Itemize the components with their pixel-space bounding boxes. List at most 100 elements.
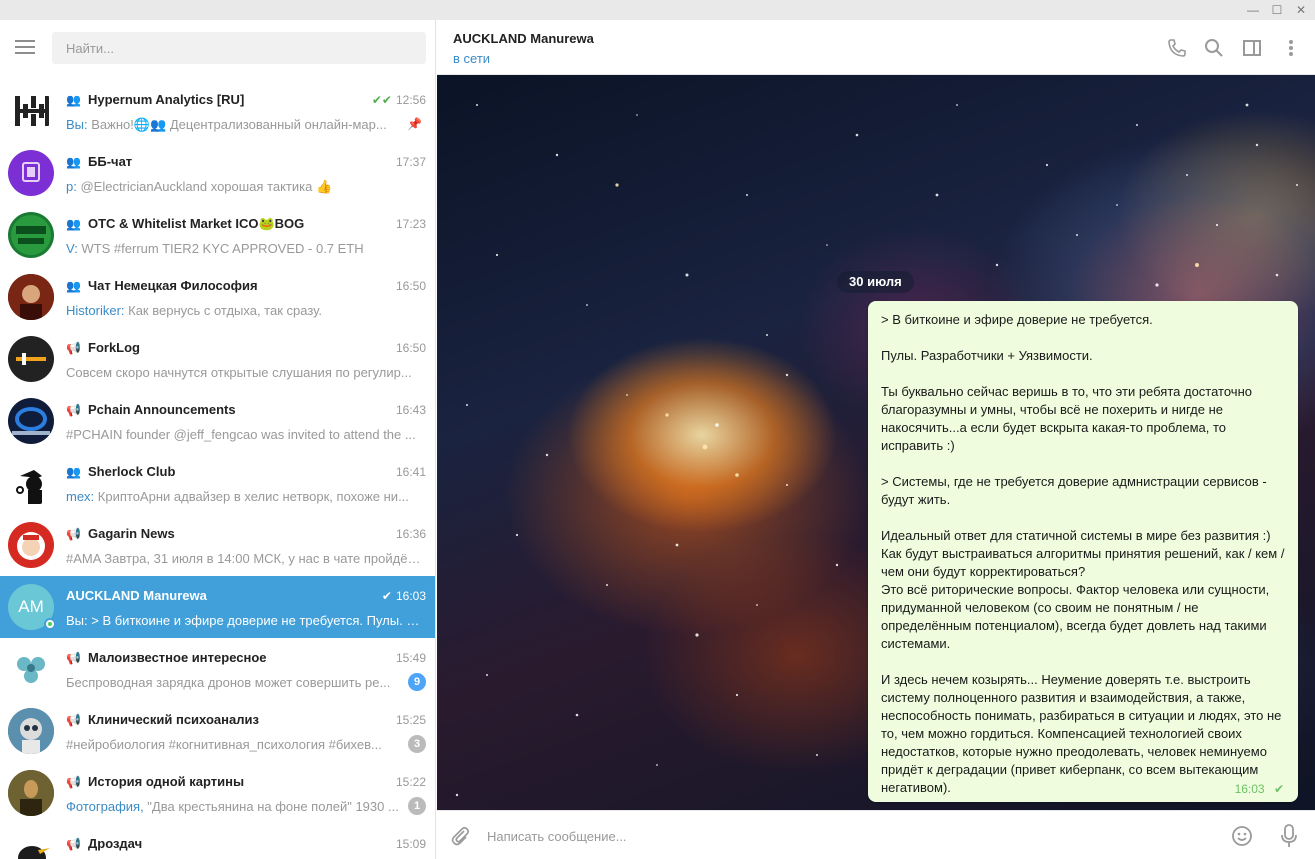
chat-time: 15:25: [395, 713, 426, 727]
chat-avatar: [8, 150, 54, 196]
conversation-panel: AUCKLAND Manurewa в сети 30 июля > В бит…: [437, 20, 1315, 859]
sidebar-toggle-icon[interactable]: [1241, 37, 1263, 59]
group-icon: 👥: [66, 465, 81, 479]
peer-name[interactable]: AUCKLAND Manurewa: [453, 31, 594, 46]
chat-avatar: [8, 770, 54, 816]
unread-badge: 3: [408, 735, 426, 753]
pin-icon: 📌: [407, 117, 422, 131]
chat-time: 16:36: [395, 527, 426, 541]
phone-icon[interactable]: [1166, 37, 1188, 59]
message-text: > В биткоине и эфире доверие не требуетс…: [881, 312, 1285, 795]
chat-title: Sherlock Club: [88, 464, 176, 479]
chat-item[interactable]: 👥 OTC & Whitelist Market ICO🐸BOG 17:23 V:…: [0, 204, 435, 266]
chat-background: 30 июля > В биткоине и эфире доверие не …: [437, 75, 1315, 810]
chat-time: 16:41: [395, 465, 426, 479]
chat-time: 15:09: [395, 837, 426, 851]
chat-preview: Как вернусь с отдыха, так сразу.: [124, 303, 322, 318]
chat-item[interactable]: 👥 Hypernum Analytics [RU] ✔✔ 12:56 Вы: Важ…: [0, 80, 435, 142]
chat-title: Чат Немецкая Философия: [88, 278, 258, 293]
date-separator: 30 июля: [837, 271, 914, 293]
minimize-button[interactable]: —: [1243, 2, 1263, 18]
search-icon[interactable]: [1203, 37, 1225, 59]
chat-list: 👥 Hypernum Analytics [RU] ✔✔ 12:56 Вы: Важ…: [0, 80, 435, 859]
chat-preview: #AMA Завтра, 31 июля в 14:00 МСК, у нас …: [66, 551, 422, 566]
message-input[interactable]: [487, 823, 1227, 849]
chat-avatar: [8, 212, 54, 258]
chat-title: Pchain Announcements: [88, 402, 236, 417]
dialogs-panel: 👥 Hypernum Analytics [RU] ✔✔12:56 Вы: Важ…: [0, 20, 436, 859]
paperclip-icon[interactable]: [448, 824, 472, 848]
window-titlebar: — ☐ ✕: [0, 0, 1315, 20]
chat-time: 12:56: [395, 93, 426, 107]
search-input[interactable]: [52, 32, 426, 64]
peer-status: в сети: [453, 51, 491, 66]
chat-item[interactable]: 📢 Дроздач 15:09: [0, 824, 435, 859]
chat-avatar: [8, 274, 54, 320]
chat-sender: mex:: [66, 489, 95, 504]
chat-avatar: [8, 708, 54, 754]
message-time: 16:03: [1234, 782, 1265, 796]
message-composer: [437, 810, 1315, 859]
chat-title: Hypernum Analytics [RU]: [88, 92, 245, 107]
close-window-button[interactable]: ✕: [1291, 2, 1311, 18]
chat-item[interactable]: 📢 Клинический психоанализ 15:25 #нейробио…: [0, 700, 435, 762]
chat-avatar: [8, 460, 54, 506]
check-icon: ✔: [1273, 782, 1284, 796]
chat-avatar: [8, 522, 54, 568]
channel-icon: 📢: [66, 527, 81, 541]
chat-avatar: [8, 646, 54, 692]
group-icon: 👥: [66, 279, 81, 293]
chat-item[interactable]: 📢 Малоизвестное интересное 15:49 Беспрово…: [0, 638, 435, 700]
chat-time: 17:37: [395, 155, 426, 169]
channel-icon: 📢: [66, 713, 81, 727]
chat-title: ForkLog: [88, 340, 140, 355]
chat-item[interactable]: 📢 Pchain Announcements 16:43 #PCHAIN foun…: [0, 390, 435, 452]
chat-title: Дроздач: [88, 836, 143, 851]
channel-icon: 📢: [66, 775, 81, 789]
emoji-icon[interactable]: [1230, 824, 1254, 848]
menu-icon[interactable]: [15, 40, 35, 56]
chat-preview: Важно!🌐👥 Децентрализованный онлайн-мар..…: [87, 117, 387, 132]
chat-preview: "Два крестьянина на фоне полей" 1930 ...: [143, 799, 399, 814]
double-check-icon: ✔✔: [371, 93, 392, 107]
chat-sender: Вы:: [66, 613, 88, 628]
chat-preview: @ElectricianAuckland хорошая тактика 👍: [76, 179, 333, 194]
check-icon: ✔: [381, 589, 392, 603]
channel-icon: 📢: [66, 837, 81, 851]
microphone-icon[interactable]: [1279, 823, 1299, 849]
chat-time: 16:43: [395, 403, 426, 417]
outgoing-message-bubble[interactable]: > В биткоине и эфире доверие не требуетс…: [868, 301, 1298, 802]
chat-preview: Совсем скоро начнутся открытые слушания …: [66, 365, 412, 380]
chat-item[interactable]: 👥 ББ-чат 17:37 p: @ElectricianAuckland хо…: [0, 142, 435, 204]
channel-icon: 📢: [66, 341, 81, 355]
chat-sender: Фотография,: [66, 799, 144, 814]
more-vertical-icon[interactable]: [1280, 37, 1302, 59]
chat-item[interactable]: 👥 Sherlock Club 16:41 mex: КриптоАрни адв…: [0, 452, 435, 514]
chat-time: 17:23: [395, 217, 426, 231]
chat-avatar: [8, 88, 54, 134]
unread-badge: 9: [408, 673, 426, 691]
chat-avatar: [8, 398, 54, 444]
maximize-button[interactable]: ☐: [1267, 2, 1287, 18]
chat-title: Gagarin News: [88, 526, 175, 541]
chat-time: 15:22: [395, 775, 426, 789]
chat-item-active[interactable]: AM AUCKLAND Manurewa ✔ 16:03 Вы: > В битк…: [0, 576, 435, 638]
chat-preview: #нейробиология #когнитивная_психология #…: [66, 737, 382, 752]
chat-preview: Беспроводная зарядка дронов может соверш…: [66, 675, 391, 690]
chat-title: История одной картины: [88, 774, 245, 789]
chat-title: OTC & Whitelist Market ICO🐸BOG: [88, 216, 305, 231]
chat-preview: WTS #ferrum TIER2 KYC APPROVED - 0.7 ETH: [77, 241, 364, 256]
chat-item[interactable]: 👥 Чат Немецкая Философия 16:50 Historiker…: [0, 266, 435, 328]
message-meta: 16:03 ✔: [1235, 782, 1284, 796]
chat-item[interactable]: 📢 Gagarin News 16:36 #AMA Завтра, 31 июля…: [0, 514, 435, 576]
chat-time: 15:49: [395, 651, 426, 665]
chat-avatar: [8, 336, 54, 382]
chat-title: ББ-чат: [88, 154, 133, 169]
chat-title: AUCKLAND Manurewa: [66, 588, 207, 603]
chat-title: Малоизвестное интересное: [88, 650, 267, 665]
chat-item[interactable]: 📢 История одной картины 15:22 Фотография,…: [0, 762, 435, 824]
chat-preview: КриптоАрни адвайзер в хелис нетворк, пох…: [94, 489, 409, 504]
chat-time: 16:03: [395, 589, 426, 603]
chat-item[interactable]: 📢 ForkLog 16:50 Совсем скоро начнутся отк…: [0, 328, 435, 390]
group-icon: 👥: [66, 217, 81, 231]
